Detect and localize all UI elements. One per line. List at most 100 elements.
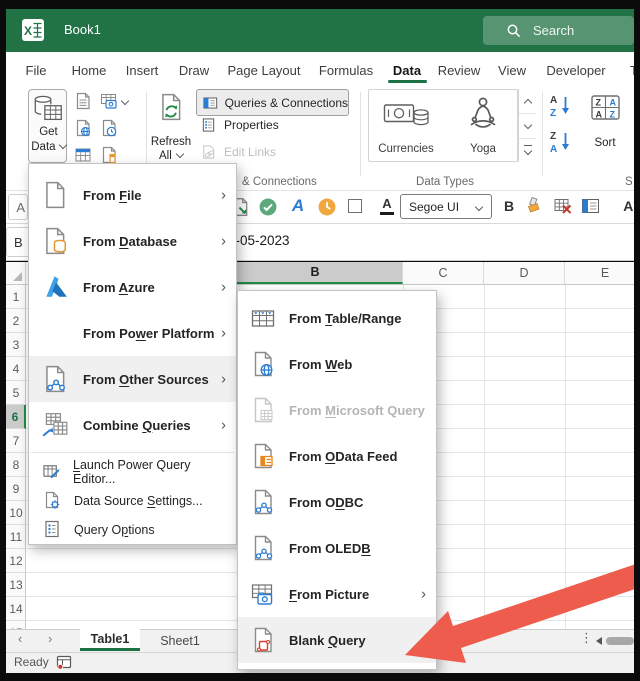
yoga-data-type[interactable]: Yoga <box>453 93 513 157</box>
gallery-more-button[interactable] <box>519 139 536 162</box>
workbook-icon[interactable] <box>581 196 601 216</box>
menu-item-from-odbc[interactable]: From ODBC <box>238 479 436 525</box>
from-picture-icon[interactable] <box>100 92 118 110</box>
properties-button[interactable]: Properties <box>201 117 279 133</box>
currencies-icon <box>383 104 429 126</box>
tab-formulas[interactable]: Formulas <box>319 63 373 78</box>
menu-item-from-web[interactable]: From Web <box>238 341 436 387</box>
select-all-corner[interactable] <box>6 262 26 284</box>
from-text-csv-icon[interactable] <box>74 92 92 110</box>
submenu-arrow-icon: › <box>221 278 226 296</box>
azure-icon <box>46 276 67 297</box>
sort-descending-button[interactable]: ZA <box>548 128 574 156</box>
recent-sources-icon[interactable] <box>100 119 118 137</box>
row-header[interactable]: 12 <box>6 549 26 573</box>
bold-button[interactable]: B <box>500 196 518 216</box>
font-name-value: Segoe UI <box>409 199 460 214</box>
row-header[interactable]: 8 <box>6 453 26 477</box>
svg-text:X: X <box>24 24 32 38</box>
menu-item-data-source-settings[interactable]: Data Source Settings... <box>29 486 236 515</box>
row-header[interactable]: 1 <box>6 285 26 309</box>
borders-icon[interactable] <box>348 199 362 213</box>
tab-insert[interactable]: Insert <box>126 63 159 78</box>
delete-cells-icon[interactable] <box>553 196 573 216</box>
tab-view[interactable]: View <box>498 63 526 78</box>
row-header[interactable]: 3 <box>6 333 26 357</box>
sheet-tab-sheet1[interactable]: Sheet1 <box>148 629 212 652</box>
row-header[interactable]: 11 <box>6 525 26 549</box>
sheet-nav-prev-button[interactable]: ‹ <box>18 631 22 646</box>
table-range-icon <box>251 310 275 327</box>
tab-file[interactable]: File <box>26 63 47 78</box>
sort-label: Sort <box>594 137 616 149</box>
get-data-button[interactable]: Get Data <box>28 89 67 163</box>
data-source-settings-icon <box>45 491 60 509</box>
tab-draw[interactable]: Draw <box>179 63 209 78</box>
from-table-icon[interactable] <box>74 146 92 164</box>
edit-links-icon <box>203 145 215 159</box>
from-web-icon[interactable] <box>74 119 92 137</box>
chevron-down-icon <box>474 202 484 212</box>
sort-ascending-button[interactable]: AZ <box>548 92 574 120</box>
column-header-c[interactable]: C <box>403 262 484 284</box>
menu-item-from-other-sources[interactable]: From Other Sources › <box>29 356 236 402</box>
row-header[interactable]: 4 <box>6 357 26 381</box>
column-header-b[interactable]: B <box>228 262 403 284</box>
gallery-up-button[interactable] <box>519 89 536 114</box>
tab-data[interactable]: Data <box>393 63 421 78</box>
web-icon <box>254 351 273 377</box>
column-header-d[interactable]: D <box>484 262 565 284</box>
tab-developer[interactable]: Developer <box>546 63 605 78</box>
properties-icon <box>202 118 215 132</box>
menu-item-from-table-range[interactable]: From Table/Range <box>238 295 436 341</box>
menu-item-from-power-platform[interactable]: From Power Platform › <box>29 310 236 356</box>
currencies-label: Currencies <box>378 143 434 155</box>
existing-connections-icon[interactable] <box>100 146 118 164</box>
gallery-down-button[interactable] <box>519 114 536 139</box>
row-header[interactable]: 5 <box>6 381 26 405</box>
tab-home[interactable]: Home <box>72 63 107 78</box>
search-box[interactable]: Search <box>483 16 634 45</box>
sheet-tab-table1[interactable]: Table1 <box>80 629 140 651</box>
menu-item-from-odata-feed[interactable]: From OData Feed <box>238 433 436 479</box>
name-box[interactable]: B <box>6 227 30 257</box>
row-header[interactable]: 9 <box>6 477 26 501</box>
tab-review[interactable]: Review <box>438 63 481 78</box>
status-text: Ready <box>14 655 49 669</box>
row-header-active[interactable]: 6 <box>6 405 26 429</box>
row-header[interactable]: 7 <box>6 429 26 453</box>
approve-check-icon[interactable] <box>258 197 278 217</box>
row-header[interactable]: 14 <box>6 597 26 621</box>
menu-item-launch-power-query-editor[interactable]: Launch Power Query Editor... <box>29 457 236 486</box>
edit-links-button: Edit Links <box>201 144 276 160</box>
row-header[interactable]: 2 <box>6 309 26 333</box>
automate-icon[interactable]: A <box>288 196 308 216</box>
menu-item-query-options[interactable]: Query Options <box>29 515 236 544</box>
other-sources-icon <box>46 365 65 393</box>
power-query-editor-icon <box>43 465 60 479</box>
menu-item-from-file[interactable]: From File › <box>29 172 236 218</box>
row-header[interactable]: 13 <box>6 573 26 597</box>
column-header-e[interactable]: E <box>565 262 640 284</box>
menu-item-from-azure[interactable]: From Azure › <box>29 264 236 310</box>
group-label-data-types: Data Types <box>416 176 474 188</box>
tab-page-layout[interactable]: Page Layout <box>227 63 300 78</box>
name-box-value: B <box>14 234 23 250</box>
formula-bar-value[interactable]: 2-05-2023 <box>228 233 290 248</box>
font-name-select[interactable]: Segoe UI <box>400 194 492 219</box>
row-header[interactable]: 10 <box>6 501 26 525</box>
sheet-nav-next-button[interactable]: › <box>48 631 52 646</box>
qat-partial-icon[interactable]: A <box>8 194 28 220</box>
format-painter-icon[interactable] <box>524 196 544 216</box>
currencies-data-type[interactable]: Currencies <box>375 93 437 157</box>
sort-button[interactable]: ZA AZ Sort <box>582 89 628 163</box>
database-icon <box>46 227 66 255</box>
history-clock-icon[interactable] <box>317 197 337 217</box>
queries-connections-button[interactable]: Queries & Connections <box>196 89 349 116</box>
macro-record-icon[interactable] <box>56 655 72 670</box>
refresh-all-button[interactable]: Refresh All <box>148 89 194 163</box>
menu-item-combine-queries[interactable]: Combine Queries › <box>29 402 236 448</box>
font-color-icon[interactable]: A <box>377 195 397 217</box>
menu-item-from-database[interactable]: From Database › <box>29 218 236 264</box>
window-frame <box>0 0 6 681</box>
